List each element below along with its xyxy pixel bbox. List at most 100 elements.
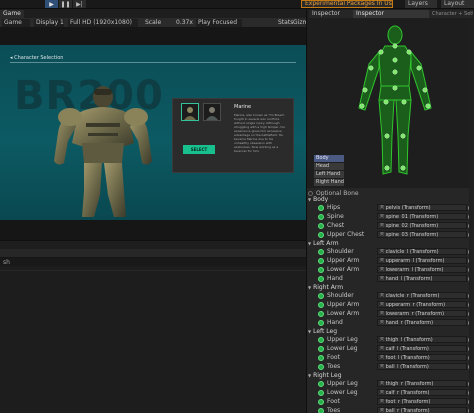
- bone-transform-field[interactable]: ⤧ foot_r (Transform): [377, 398, 467, 405]
- bone-mapped-icon[interactable]: [318, 232, 324, 238]
- part-left-hand-button[interactable]: Left Hand: [314, 171, 344, 178]
- bone-transform-value: lowerarm_l (Transform): [385, 267, 444, 273]
- layout-dropdown[interactable]: Layout: [441, 0, 474, 8]
- display-dropdown[interactable]: Display 1: [34, 19, 64, 27]
- bone-mapped-icon[interactable]: [318, 276, 324, 282]
- pause-button[interactable]: ❚❚: [59, 0, 72, 8]
- bone-name: Lower Arm: [327, 310, 360, 317]
- bone-transform-field[interactable]: ⤧ pelvis (Transform): [377, 204, 467, 211]
- bone-mapped-icon[interactable]: [318, 381, 324, 387]
- inspector-scrollbar[interactable]: [469, 18, 474, 413]
- bone-transform-field[interactable]: ⤧ thigh_l (Transform): [377, 336, 467, 343]
- tab-inspector-2[interactable]: Inspector: [353, 10, 429, 18]
- playmode-controls: ▶ ❚❚ ▶|: [45, 0, 86, 8]
- bone-mapped-icon[interactable]: [318, 346, 324, 352]
- section-header[interactable]: ▼ Left Arm: [308, 240, 339, 248]
- game-letterbox-bottom: [0, 220, 306, 240]
- section-header[interactable]: ▼ Body: [308, 196, 328, 204]
- step-button[interactable]: ▶|: [73, 0, 86, 8]
- tab-game[interactable]: Game: [0, 10, 24, 18]
- experimental-packages-warning[interactable]: Experimental Packages In Use: [301, 0, 393, 8]
- bone-transform-field[interactable]: ⤧ calf_l (Transform): [377, 345, 467, 352]
- game-mode-dropdown[interactable]: Game: [2, 19, 30, 27]
- play-button[interactable]: ▶: [45, 0, 58, 8]
- bone-transform-value: upperarm_r (Transform): [385, 302, 446, 308]
- inspector-header-text: Character + Settings: [429, 10, 473, 18]
- bone-transform-field[interactable]: ⤧ spine_01 (Transform): [377, 213, 467, 220]
- foldout-arrow-icon: ▼: [308, 329, 312, 334]
- play-focused-dropdown[interactable]: Play Focused: [196, 19, 242, 27]
- bone-name: Foot: [327, 354, 340, 361]
- bone-row: Lower Arm ⤧ lowerarm_l (Transform): [307, 266, 474, 274]
- section-title: Right Arm: [313, 284, 344, 291]
- bone-mapped-icon[interactable]: [318, 267, 324, 273]
- part-body-button[interactable]: Body: [314, 155, 344, 162]
- section-title: Left Arm: [313, 240, 339, 247]
- scale-value[interactable]: 0.37x: [176, 19, 193, 27]
- bone-mapped-icon[interactable]: [318, 355, 324, 361]
- bone-mapped-icon[interactable]: [318, 390, 324, 396]
- bone-mapped-icon[interactable]: [318, 302, 324, 308]
- bone-mapped-icon[interactable]: [318, 337, 324, 343]
- bone-mapped-icon[interactable]: [318, 214, 324, 220]
- select-button[interactable]: SELECT: [183, 145, 215, 154]
- bone-transform-value: thigh_l (Transform): [385, 337, 433, 343]
- console-search-text[interactable]: sh: [3, 259, 10, 266]
- part-right-hand-button[interactable]: Right Hand: [314, 179, 344, 186]
- bone-row: Hips ⤧ pelvis (Transform): [307, 204, 474, 212]
- bone-row: Hand ⤧ hand_l (Transform): [307, 275, 474, 283]
- section-header[interactable]: ▼ Right Leg: [308, 372, 342, 380]
- console-log-area[interactable]: [0, 266, 306, 413]
- bone-transform-value: clavicle_l (Transform): [385, 249, 439, 255]
- bone-transform-field[interactable]: ⤧ upperarm_l (Transform): [377, 257, 467, 264]
- bone-transform-field[interactable]: ⤧ spine_03 (Transform): [377, 231, 467, 238]
- bone-mapped-icon[interactable]: [318, 205, 324, 211]
- resolution-dropdown[interactable]: Full HD (1920x1080): [68, 19, 138, 27]
- tab-inspector-1[interactable]: Inspector: [309, 10, 353, 18]
- bone-mapped-icon[interactable]: [318, 408, 324, 413]
- bone-row: Spine ⤧ spine_01 (Transform): [307, 213, 474, 221]
- portrait-alt[interactable]: [203, 103, 221, 121]
- bone-row: Lower Leg ⤧ calf_l (Transform): [307, 345, 474, 353]
- bone-mapped-icon[interactable]: [318, 249, 324, 255]
- bone-transform-field[interactable]: ⤧ hand_l (Transform): [377, 275, 467, 282]
- bone-transform-field[interactable]: ⤧ upperarm_r (Transform): [377, 301, 467, 308]
- bone-transform-value: hand_r (Transform): [385, 320, 434, 326]
- bone-name: Hand: [327, 275, 343, 282]
- bone-transform-value: hand_l (Transform): [385, 276, 433, 282]
- bone-row: Lower Arm ⤧ lowerarm_r (Transform): [307, 310, 474, 318]
- game-view[interactable]: BR200 ◂ Character Selection Marine Marin…: [0, 45, 306, 220]
- bone-transform-value: ball_r (Transform): [385, 408, 430, 413]
- bone-transform-field[interactable]: ⤧ foot_l (Transform): [377, 354, 467, 361]
- bone-transform-field[interactable]: ⤧ spine_02 (Transform): [377, 222, 467, 229]
- bone-mapped-icon[interactable]: [318, 320, 324, 326]
- bone-transform-field[interactable]: ⤧ hand_r (Transform): [377, 319, 467, 326]
- game-view-toolbar: Game Display 1 Full HD (1920x1080) Scale…: [0, 18, 312, 28]
- bone-transform-field[interactable]: ⤧ ball_l (Transform): [377, 363, 467, 370]
- bone-mapped-icon[interactable]: [318, 258, 324, 264]
- bone-row: Foot ⤧ foot_r (Transform): [307, 398, 474, 406]
- bone-name: Spine: [327, 213, 344, 220]
- stats-button[interactable]: Stats: [278, 19, 293, 27]
- bone-row: Upper Arm ⤧ upperarm_l (Transform): [307, 257, 474, 265]
- bone-transform-field[interactable]: ⤧ lowerarm_r (Transform): [377, 310, 467, 317]
- bone-mapped-icon[interactable]: [318, 223, 324, 229]
- bone-transform-field[interactable]: ⤧ clavicle_l (Transform): [377, 248, 467, 255]
- bone-row: Upper Leg ⤧ thigh_l (Transform): [307, 336, 474, 344]
- portrait-marine[interactable]: [181, 103, 199, 121]
- bone-mapped-icon[interactable]: [318, 364, 324, 370]
- section-header[interactable]: ▼ Left Leg: [308, 328, 337, 336]
- bone-mapped-icon[interactable]: [318, 293, 324, 299]
- foldout-arrow-icon: ▼: [308, 373, 312, 378]
- layers-dropdown[interactable]: Layers: [405, 0, 437, 8]
- bone-transform-field[interactable]: ⤧ clavicle_r (Transform): [377, 292, 467, 299]
- bone-mapped-icon[interactable]: [318, 311, 324, 317]
- bone-row: Toes ⤧ ball_r (Transform): [307, 407, 474, 413]
- bone-transform-field[interactable]: ⤧ lowerarm_l (Transform): [377, 266, 467, 273]
- bone-mapped-icon[interactable]: [318, 399, 324, 405]
- bone-transform-field[interactable]: ⤧ calf_r (Transform): [377, 389, 467, 396]
- part-head-button[interactable]: Head: [314, 163, 344, 170]
- bone-transform-field[interactable]: ⤧ ball_r (Transform): [377, 407, 467, 413]
- section-header[interactable]: ▼ Right Arm: [308, 284, 343, 292]
- bone-transform-field[interactable]: ⤧ thigh_r (Transform): [377, 380, 467, 387]
